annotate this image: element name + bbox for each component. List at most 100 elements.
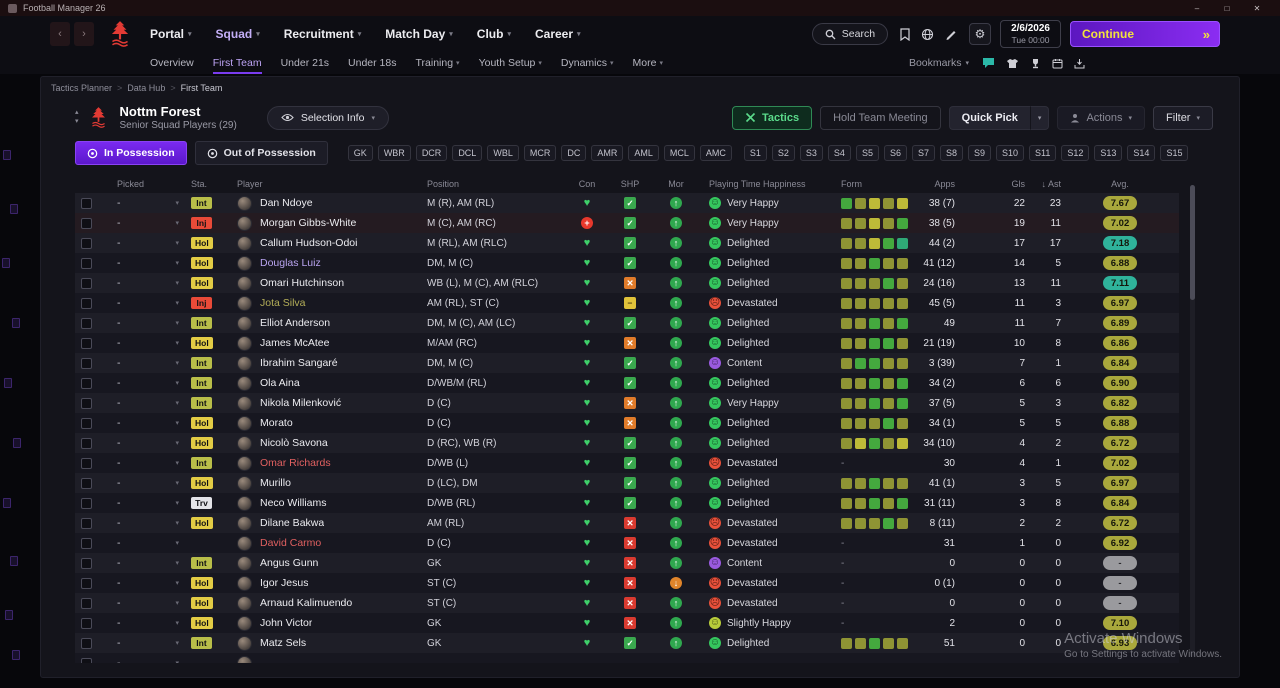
row-checkbox[interactable] [81,377,92,389]
column-header-gls[interactable]: Gls [955,175,1026,193]
row-checkbox[interactable] [81,517,92,529]
breadcrumb-item[interactable]: Tactics Planner [51,83,112,93]
table-row[interactable]: - ▾ Hol Arnaud Kalimuendo ST (C) ♥ ✕ ↑ ☹ Devastat… [75,593,1179,613]
position-chip-gk[interactable]: GK [347,145,373,161]
column-header-form[interactable]: Form [831,175,915,193]
picked-dropdown[interactable]: -▾ [109,593,189,613]
edit-icon[interactable] [945,28,957,40]
table-row[interactable]: - ▾ Hol John Victor GK ♥ ✕ ↑ ☺ Slightly Happy -2 0 0… [75,613,1179,633]
row-checkbox[interactable] [81,657,92,663]
slot-chip-s1[interactable]: S1 [743,145,767,161]
row-checkbox[interactable] [81,477,92,489]
minimize-button[interactable]: – [1182,4,1212,13]
table-row[interactable]: - ▾ Hol Murillo D (LC), DM ♥ ✓ ↑ ☺ Delighted 41 (1… [75,473,1179,493]
bookmarks-dropdown[interactable]: Bookmarks ▾ [909,57,969,69]
picked-dropdown[interactable]: -▾ [109,273,189,293]
table-row[interactable]: - ▾ Inj Jota Silva AM (RL), ST (C) ♥ − ↑ ☹ Devast… [75,293,1179,313]
slot-chip-s10[interactable]: S10 [996,145,1025,161]
player-cell[interactable]: Matz Sels [237,633,427,653]
table-row[interactable]: - ▾ David Carmo D (C) ♥ ✕ ↑ ☹ Devastated -31 1 0 6.9… [75,533,1179,553]
row-checkbox[interactable] [81,277,92,289]
quick-pick-caret-button[interactable]: ▾ [1029,105,1050,130]
slot-chip-s9[interactable]: S9 [968,145,992,161]
table-row[interactable]: - ▾ Int Dan Ndoye M (R), AM (RL) ♥ ✓ ↑ ☺ Very Hap… [75,193,1179,213]
row-checkbox[interactable] [81,457,92,469]
row-checkbox[interactable] [81,557,92,569]
table-row[interactable]: -▾ [75,653,1179,663]
nav-back-button[interactable]: ‹ [50,22,70,46]
row-checkbox[interactable] [81,397,92,409]
column-header-apps[interactable]: Apps [915,175,955,193]
club-crest[interactable] [108,20,132,48]
column-header-shp[interactable]: SHP [607,175,653,193]
row-checkbox[interactable] [81,577,92,589]
subnav-item-under-18s[interactable]: Under 18s [348,52,396,74]
picked-dropdown[interactable]: -▾ [109,533,189,553]
picked-dropdown[interactable]: -▾ [109,233,189,253]
player-cell[interactable]: Jota Silva [237,293,427,313]
picked-dropdown[interactable]: -▾ [109,413,189,433]
game-date[interactable]: 2/6/2026 Tue 00:00 [1000,19,1061,49]
player-cell[interactable]: David Carmo [237,533,427,553]
slot-chip-s13[interactable]: S13 [1094,145,1123,161]
subnav-item-first-team[interactable]: First Team [213,52,262,74]
menu-match-day[interactable]: Match Day ▾ [385,27,453,41]
collapse-up-icon[interactable]: ▴ [75,109,79,117]
table-row[interactable]: - ▾ Hol Callum Hudson-Odoi M (RL), AM (RLC) ♥… [75,233,1179,253]
row-checkbox[interactable] [81,237,92,249]
row-checkbox[interactable] [81,437,92,449]
position-chip-mcr[interactable]: MCR [523,145,557,161]
picked-dropdown[interactable]: -▾ [109,553,189,573]
player-cell[interactable]: Douglas Luiz [237,253,427,273]
player-cell[interactable]: Igor Jesus [237,573,427,593]
player-cell[interactable]: James McAtee [237,333,427,353]
player-cell[interactable]: Ibrahim Sangaré [237,353,427,373]
picked-dropdown[interactable]: -▾ [109,613,189,633]
position-chip-amc[interactable]: AMC [699,145,732,161]
picked-dropdown[interactable]: -▾ [109,573,189,593]
tab-in-possession[interactable]: In Possession [75,141,187,165]
table-row[interactable]: - ▾ Hol James McAtee M/AM (RC) ♥ ✕ ↑ ☺ Delighted 2… [75,333,1179,353]
row-checkbox[interactable] [81,417,92,429]
column-header-happy[interactable]: Playing Time Happiness [699,175,831,193]
table-row[interactable]: - ▾ Hol Nicolò Savona D (RC), WB (R) ♥ ✓ ↑ ☺ Deli… [75,433,1179,453]
row-checkbox[interactable] [81,497,92,509]
picked-dropdown[interactable]: -▾ [109,253,189,273]
position-chip-dcl[interactable]: DCL [452,145,483,161]
picked-dropdown[interactable]: -▾ [109,333,189,353]
slot-chip-s8[interactable]: S8 [939,145,963,161]
player-cell[interactable]: Dan Ndoye [237,193,427,213]
table-row[interactable]: - ▾ Int Ola Aina D/WB/M (RL) ♥ ✓ ↑ ☺ Delighted 34 … [75,373,1179,393]
picked-dropdown[interactable]: -▾ [109,473,189,493]
slot-chip-s6[interactable]: S6 [883,145,907,161]
player-cell[interactable]: Callum Hudson-Odoi [237,233,427,253]
calendar-icon[interactable] [1052,58,1063,69]
selection-info-dropdown[interactable]: Selection Info ▾ [266,105,389,130]
column-header-ast[interactable]: ↓ Ast [1025,175,1061,193]
row-checkbox[interactable] [81,597,92,609]
nav-forward-button[interactable]: › [74,22,94,46]
row-checkbox[interactable] [81,617,92,629]
position-chip-dc[interactable]: DC [561,145,587,161]
tactics-button[interactable]: Tactics [731,105,813,130]
maximize-button[interactable]: □ [1212,4,1242,13]
player-cell[interactable]: Nikola Milenković [237,393,427,413]
slot-chip-s2[interactable]: S2 [771,145,795,161]
menu-career[interactable]: Career ▾ [535,27,581,41]
player-cell[interactable]: Morgan Gibbs-White [237,213,427,233]
picked-dropdown[interactable]: -▾ [109,213,189,233]
menu-club[interactable]: Club ▾ [477,27,511,41]
picked-dropdown[interactable]: -▾ [109,433,189,453]
player-cell[interactable]: Elliot Anderson [237,313,427,333]
row-checkbox[interactable] [81,337,92,349]
settings-button[interactable]: ⚙ [969,23,992,45]
filter-dropdown[interactable]: Filter ▾ [1153,105,1213,130]
table-row[interactable]: - ▾ Int Matz Sels GK ♥ ✓ ↑ ☺ Delighted 51 0 0 6.93 [75,633,1179,653]
position-chip-wbr[interactable]: WBR [377,145,411,161]
player-cell[interactable]: Arnaud Kalimuendo [237,593,427,613]
picked-dropdown[interactable]: -▾ [109,493,189,513]
breadcrumb-item[interactable]: Data Hub [127,83,165,93]
row-checkbox[interactable] [81,217,92,229]
column-header-con[interactable]: Con [567,175,607,193]
slot-chip-s12[interactable]: S12 [1061,145,1090,161]
